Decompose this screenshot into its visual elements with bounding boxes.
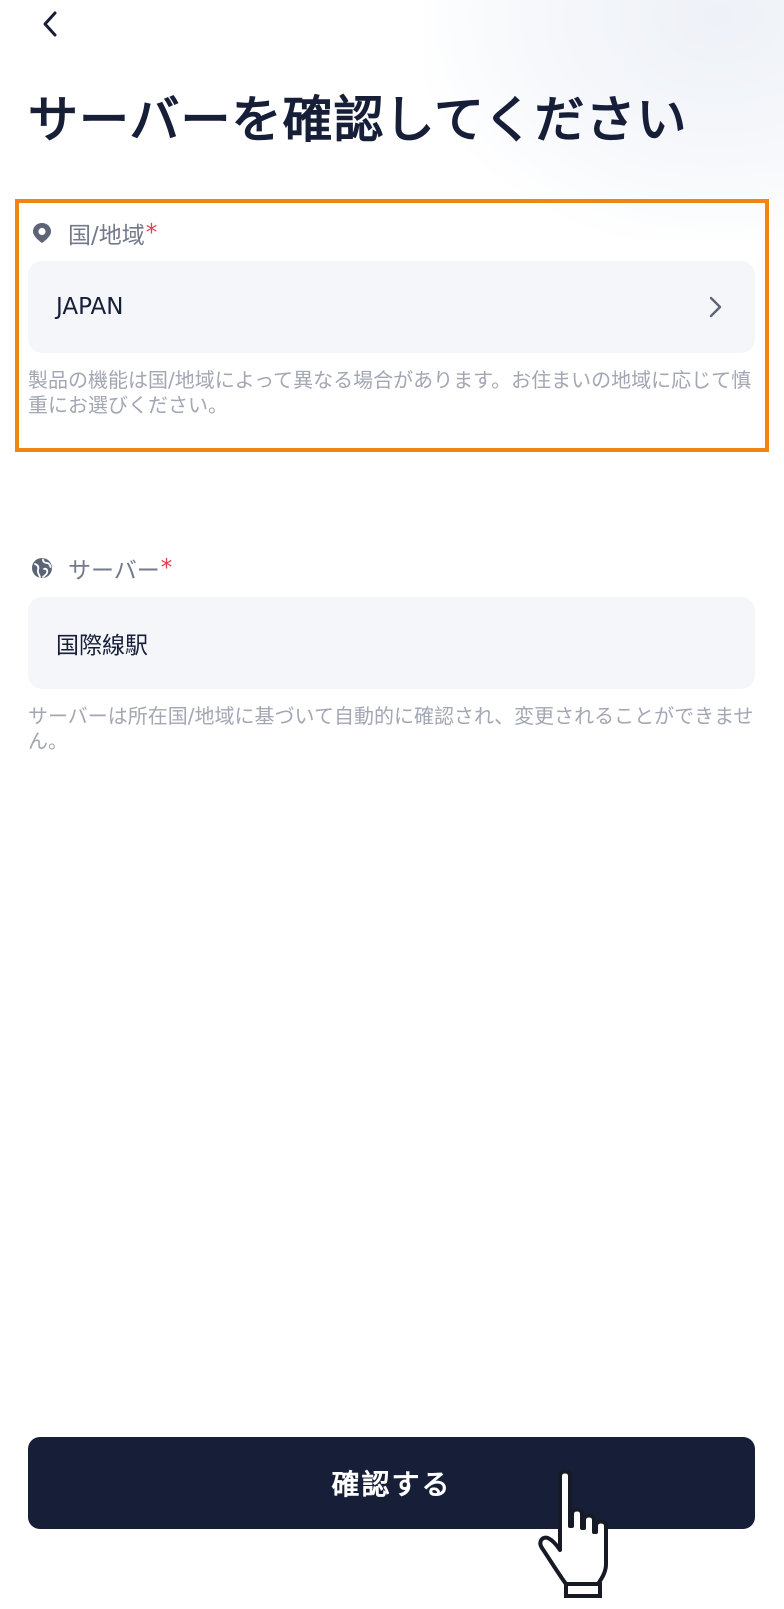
region-select[interactable]: JAPAN (28, 261, 755, 353)
confirm-button[interactable]: 確認する (28, 1437, 755, 1529)
confirm-button-label: 確認する (331, 1468, 452, 1501)
required-mark: * (145, 220, 158, 246)
server-label-text: サーバー (68, 558, 160, 584)
server-value: 国際線駅 (56, 633, 148, 659)
server-field: 国際線駅 (28, 597, 755, 689)
chevron-right-icon (703, 295, 727, 319)
region-label-text: 国/地域 (68, 223, 145, 249)
server-confirm-screen: サーバーを確認してください 国/地域 * JAPAN 製品の機能は国/地域によっ… (0, 0, 784, 1609)
hand-pointer-icon (538, 1469, 608, 1598)
chevron-left-icon (43, 11, 57, 37)
region-label: 国/地域 * (30, 216, 157, 250)
globe-icon (30, 556, 54, 580)
required-mark: * (160, 555, 173, 581)
page-title: サーバーを確認してください (28, 91, 688, 149)
server-label: サーバー * (30, 551, 172, 585)
location-pin-icon (30, 221, 54, 245)
back-button[interactable] (30, 4, 70, 44)
region-hint: 製品の機能は国/地域によって異なる場合があります。お住まいの地域に応じて慎重にお… (28, 368, 752, 417)
server-hint: サーバーは所在国/地域に基づいて自動的に確認され、変更されることができません。 (28, 704, 754, 753)
region-value: JAPAN (56, 294, 124, 320)
